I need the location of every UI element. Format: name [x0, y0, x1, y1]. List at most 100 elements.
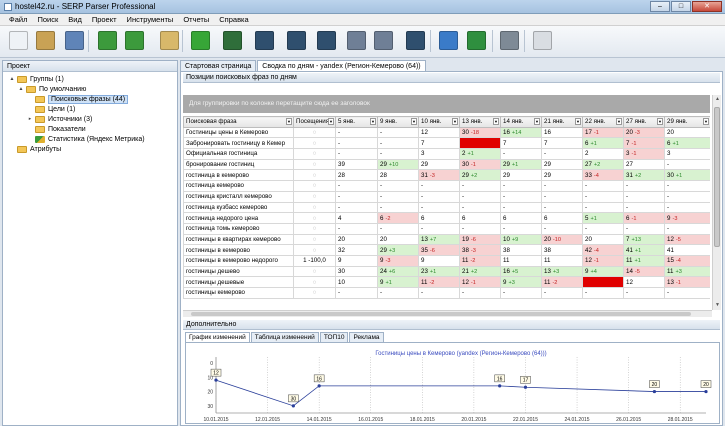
column-header[interactable]: 27 янв. ▼ [623, 116, 665, 128]
column-header[interactable]: 29 янв. ▼ [664, 116, 710, 128]
tab-ads[interactable]: Реклама [349, 332, 384, 342]
column-filter-icon[interactable]: ▼ [370, 118, 376, 125]
table-row[interactable]: гостиницы в кемерово недорого 1 -100,0 9 9-… [183, 254, 710, 267]
tree-item[interactable]: Показатели [27, 124, 86, 134]
settings-gear-button[interactable] [62, 28, 87, 54]
sliders-button[interactable] [497, 28, 522, 54]
menu-view[interactable]: Вид [63, 14, 87, 25]
calendar-check-button[interactable] [371, 28, 396, 54]
minimize-button[interactable]: – [650, 1, 670, 12]
position-value: - [544, 225, 547, 233]
position-cell [459, 137, 501, 150]
table-row[interactable]: Забронировать гостиницу в Кемер ○ - -7 7 7 6 +1… [183, 137, 710, 150]
table-row[interactable]: Официальная гостиница ○ - -3 2 +1- -2 3 -1 3 [183, 148, 710, 160]
position-value: 27 [626, 161, 633, 169]
tab-change-chart[interactable]: График изменений [185, 332, 250, 342]
table-row[interactable]: гостиница кузбасс кемерово ○ - - - - - - - - - [183, 201, 710, 214]
grid-vertical-scrollbar[interactable]: ▲ ▼ [712, 95, 721, 310]
table-row[interactable]: гостиница недорого цена ○ 4 6 -2 6 6 6 6 5 +1 6 -1 9-… [183, 212, 710, 224]
menu-help[interactable]: Справка [214, 14, 253, 25]
menu-search[interactable]: Поиск [32, 14, 63, 25]
excel-button[interactable] [464, 28, 489, 54]
new-project-button[interactable] [6, 28, 31, 54]
refresh-button[interactable] [436, 28, 461, 54]
column-header[interactable]: 13 янв. ▼ [459, 116, 501, 128]
table-row[interactable]: бронирование гостиниц ○ 39 29 +10 29 30 -1 29 +1 2… [183, 158, 710, 171]
column-header[interactable]: 5 янв. ▼ [335, 116, 378, 128]
column-filter-icon[interactable]: ▼ [534, 118, 540, 125]
table-row[interactable]: гостиницы дешево ○ 30 24 +6 23 +1 21 +2 16 +5 13 +3 9… [183, 265, 710, 278]
expand-toggle-icon[interactable]: ▲ [18, 86, 24, 92]
column-filter-icon[interactable]: ▼ [286, 118, 292, 125]
column-filter-icon[interactable]: ▼ [616, 118, 622, 125]
column-filter-icon[interactable]: ▼ [657, 118, 663, 125]
tree-item[interactable]: Атрибуты [9, 144, 61, 154]
column-filter-icon[interactable]: ▼ [703, 118, 709, 125]
table-row[interactable]: гостиница в кемерово ○ 28 28 31 -3 29 +2 29 29 33-… [183, 169, 710, 182]
table-row[interactable]: гостиницы в квартирах кемерово ○ 20 20 13 +7 1… [183, 233, 710, 246]
position-value: 9 [585, 267, 589, 275]
home-button[interactable] [530, 28, 555, 54]
chart-up-button[interactable] [284, 28, 309, 54]
chart-button[interactable] [220, 28, 245, 54]
close-button[interactable]: ✕ [692, 1, 722, 12]
group-by-drop-zone[interactable]: Для группировки по колонке перетащите сю… [183, 95, 710, 113]
tree-item[interactable]: ▸ Источники (3) [27, 114, 92, 124]
table-row[interactable]: Гостиницы цены в Кемерово ○ - -12 30 -18 16 +14… [183, 126, 710, 139]
edit-list-button[interactable] [157, 28, 182, 54]
grid-horizontal-scrollbar[interactable] [183, 310, 712, 317]
expand-toggle-icon[interactable]: ▸ [27, 116, 33, 122]
column-header[interactable]: 14 янв. ▼ [500, 116, 542, 128]
table-row[interactable]: гостиница кемерово ○ - - - - - - - - - [183, 180, 710, 192]
chart-area-button[interactable] [403, 28, 428, 54]
tree-item[interactable]: ▲ Группы (1) [9, 74, 64, 84]
scroll-down-icon[interactable]: ▼ [713, 301, 722, 310]
add-button[interactable] [188, 28, 213, 54]
scroll-up-icon[interactable]: ▲ [713, 95, 722, 104]
column-header[interactable]: 22 янв. ▼ [582, 116, 624, 128]
menu-project[interactable]: Проект [87, 14, 122, 25]
table-row[interactable]: гостиницы в кемерово ○ 32 29 +3 35 -6 38 -3 38 38 4… [183, 244, 710, 256]
data-label: 17 [523, 378, 529, 384]
table-row[interactable]: гостиница томь кемерово ○ - - - - - - - - - [183, 222, 710, 235]
column-header[interactable]: 9 янв. ▼ [377, 116, 419, 128]
table-row[interactable]: гостиницы кемерово ○ - - - - - - - - - [183, 287, 710, 299]
table-row[interactable]: гостиницы дешевые ○ 10 9 +1 11 -2 12 -1 9 +3 11 -2 12… [183, 276, 710, 288]
hscroll-thumb[interactable] [191, 312, 691, 316]
tab-change-table[interactable]: Таблица изменений [250, 332, 319, 342]
column-header[interactable]: Посещения ▼ [293, 116, 336, 128]
column-filter-icon[interactable]: ▼ [575, 118, 581, 125]
tab-start-page[interactable]: Стартовая страница [180, 60, 257, 71]
chart-line-button[interactable] [252, 28, 277, 54]
play-next-button[interactable] [122, 28, 147, 54]
column-filter-icon[interactable]: ▼ [493, 118, 499, 125]
tree-item[interactable]: ▲ По умолчанию [18, 84, 86, 94]
tree-item[interactable]: Цели (1) [27, 104, 75, 114]
column-header[interactable]: 10 янв. ▼ [418, 116, 460, 128]
phrase-cell: гостиницы в кемерово недорого [183, 254, 294, 267]
play-button[interactable] [95, 28, 120, 54]
calendar-chart-button[interactable] [344, 28, 369, 54]
chart-circle-button[interactable] [314, 28, 339, 54]
tree-item[interactable]: Поисковые фразы (44) [27, 94, 129, 104]
scroll-thumb[interactable] [714, 107, 720, 247]
column-filter-icon[interactable]: ▼ [452, 118, 458, 125]
column-header[interactable]: 21 янв. ▼ [541, 116, 583, 128]
tab-daily-summary[interactable]: Сводка по дням - yandex (Регион-Кемерово… [257, 60, 426, 71]
x-tick-label: 20.01.2015 [461, 417, 486, 423]
column-header[interactable]: Поисковая фраза ▼ [183, 116, 294, 128]
table-row[interactable]: гостиница кристалл кемерово ○ - - - - - - - - - [183, 190, 710, 203]
menu-reports[interactable]: Отчеты [178, 14, 214, 25]
tree-item[interactable]: Статистика (Яндекс Метрика) [27, 134, 145, 144]
expand-toggle-icon[interactable]: ▲ [9, 76, 15, 82]
column-filter-icon[interactable]: ▼ [328, 118, 334, 125]
tab-top10[interactable]: ТОП10 [319, 332, 349, 342]
menu-tools[interactable]: Инструменты [122, 14, 179, 25]
position-cell: 14 -5 [623, 265, 665, 278]
menu-file[interactable]: Файл [4, 14, 32, 25]
column-filter-icon[interactable]: ▼ [411, 118, 417, 125]
maximize-button[interactable]: □ [671, 1, 691, 12]
position-value: 11 [544, 257, 551, 265]
open-folder-button[interactable] [33, 28, 58, 54]
